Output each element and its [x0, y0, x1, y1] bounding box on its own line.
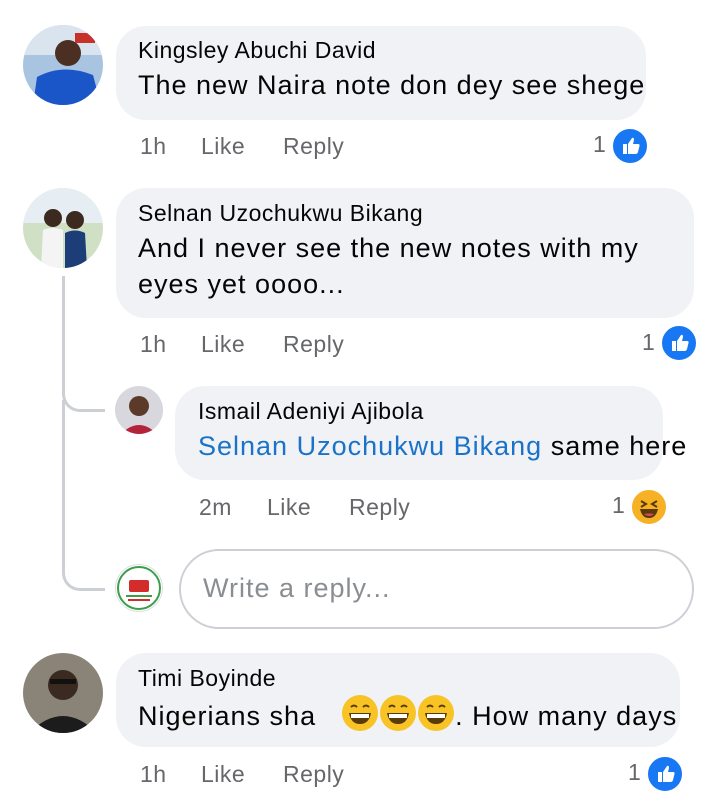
reply-text-content: same here [550, 431, 688, 461]
like-icon[interactable] [611, 127, 649, 165]
comment-text-line: And I never see the new notes with my [138, 233, 639, 263]
reaction-count[interactable]: 1 [628, 759, 641, 786]
current-user-avatar [115, 564, 163, 612]
like-button[interactable]: Like [201, 331, 245, 358]
reaction-count[interactable]: 1 [593, 131, 606, 158]
reply-button[interactable]: Reply [349, 494, 410, 521]
grinning-face-icon [418, 695, 455, 731]
reply-button[interactable]: Reply [283, 133, 344, 160]
avatar[interactable] [23, 25, 103, 105]
reply-input-placeholder: Write a reply... [203, 573, 391, 603]
comment-time[interactable]: 1h [140, 331, 167, 358]
comment-time[interactable]: 1h [140, 133, 167, 160]
reply-button[interactable]: Reply [283, 331, 344, 358]
reaction-count[interactable]: 1 [642, 329, 655, 356]
like-icon[interactable] [660, 324, 698, 362]
avatar[interactable] [115, 386, 163, 434]
like-button[interactable]: Like [267, 494, 311, 521]
comment-text-start: Nigerians sha [138, 701, 317, 731]
mention-link[interactable]: Selnan Uzochukwu Bikang [198, 431, 542, 461]
reply-button[interactable]: Reply [283, 761, 344, 788]
comment-text: Nigerians sha . How many days [138, 695, 677, 734]
avatar[interactable] [23, 653, 103, 733]
like-button[interactable]: Like [201, 761, 245, 788]
reply-input[interactable]: Write a reply... [179, 549, 694, 629]
comment-text-line: eyes yet oooo... [138, 269, 345, 299]
reply-time[interactable]: 2m [199, 494, 232, 521]
grinning-face-icon [342, 695, 379, 731]
comment-text: The new Naira note don dey see shege [138, 70, 646, 100]
avatar[interactable] [23, 188, 103, 268]
comment-time[interactable]: 1h [140, 761, 167, 788]
comment-text-end: . How many days [455, 701, 678, 731]
reply-author[interactable]: Ismail Adeniyi Ajibola [198, 398, 424, 425]
reaction-count[interactable]: 1 [612, 492, 625, 519]
comment-author[interactable]: Selnan Uzochukwu Bikang [138, 200, 423, 227]
like-button[interactable]: Like [201, 133, 245, 160]
thread-connector [62, 400, 105, 591]
haha-icon[interactable] [630, 488, 668, 526]
thread-connector [62, 276, 105, 412]
comment-author[interactable]: Timi Boyinde [138, 665, 276, 692]
reply-text: Selnan Uzochukwu Bikang same here [198, 428, 687, 464]
comment-author[interactable]: Kingsley Abuchi David [138, 37, 376, 64]
like-icon[interactable] [646, 755, 684, 793]
grinning-face-icon [380, 695, 417, 731]
